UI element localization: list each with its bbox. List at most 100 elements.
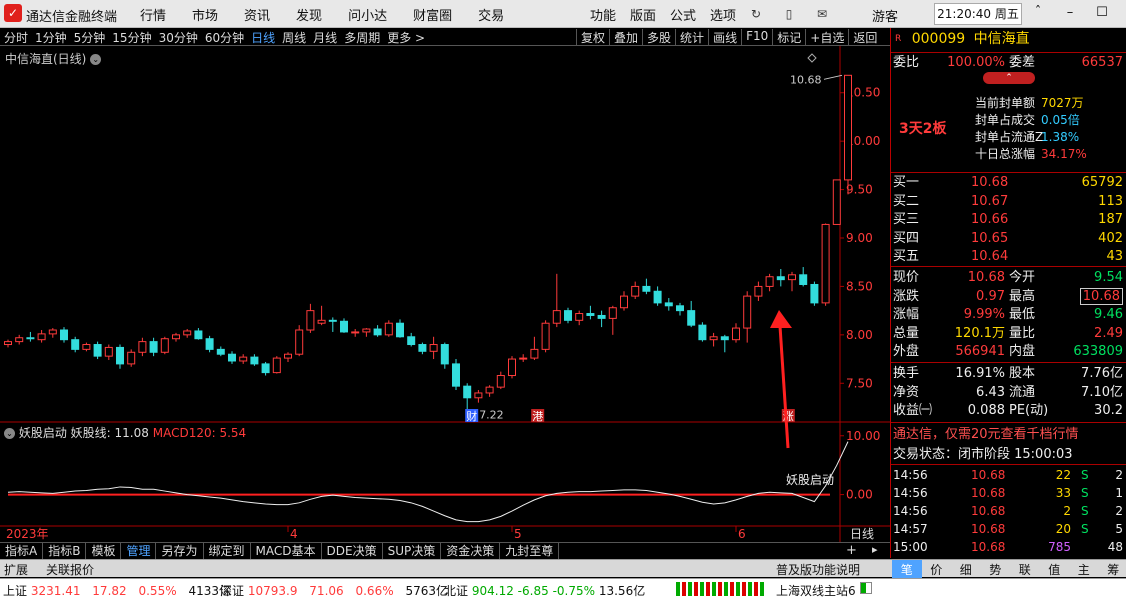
menu-faxian[interactable]: 发现 (296, 5, 322, 24)
candle-body[interactable] (698, 324, 707, 341)
candle-body[interactable] (373, 328, 382, 336)
sh-index[interactable]: 上证 3231.41 17.82 0.55% 4133亿 (3, 582, 231, 599)
period-tab[interactable]: 60分钟 (205, 29, 244, 46)
candle-body[interactable] (396, 322, 404, 338)
candle-body[interactable] (4, 341, 12, 346)
candle-body[interactable] (620, 295, 628, 309)
candle-body[interactable] (552, 310, 561, 324)
candle-body[interactable] (116, 346, 124, 365)
candle-body[interactable] (732, 327, 740, 341)
candle-body[interactable] (754, 285, 763, 297)
menu-shichang[interactable]: 市场 (192, 5, 218, 24)
candle-body[interactable] (160, 338, 169, 353)
candle-body[interactable] (384, 322, 393, 336)
period-tab[interactable]: 日线 (251, 29, 275, 46)
candle-body[interactable] (586, 313, 595, 316)
kline-chart[interactable]: 10.5010.009.509.008.508.007.5010.687.22财… (0, 46, 890, 542)
candle-body[interactable] (463, 385, 472, 399)
period-tab[interactable]: 15分钟 (112, 29, 151, 46)
chart-tool-button[interactable]: 返回 (848, 29, 881, 46)
candle-body[interactable] (26, 337, 35, 340)
candle-body[interactable] (93, 344, 102, 357)
menu-caifuquan[interactable]: 财富圈 (413, 5, 452, 24)
period-tab[interactable]: 更多 > (387, 29, 425, 46)
status-help[interactable]: 普及版功能说明 (776, 561, 860, 578)
menu-gongshi[interactable]: 公式 (670, 5, 696, 24)
period-tab[interactable]: 1分钟 (35, 29, 67, 46)
chart-tool-button[interactable]: 标记 (772, 29, 805, 46)
chart-tool-button[interactable]: +自选 (805, 29, 848, 46)
indicator-tab[interactable]: 九封至尊 (500, 543, 560, 559)
candle-body[interactable] (564, 310, 572, 321)
quote-tab[interactable]: 主 (1069, 560, 1099, 578)
candle-body[interactable] (485, 386, 494, 394)
candle-body[interactable] (239, 356, 248, 362)
candle-body[interactable] (317, 319, 326, 324)
phone-icon[interactable]: ▯ (781, 6, 797, 22)
period-tab[interactable]: 30分钟 (159, 29, 198, 46)
candle-body[interactable] (138, 341, 147, 353)
bottom-more-icon[interactable]: ▸ (872, 543, 878, 556)
candle-body[interactable] (351, 331, 360, 334)
indicator-tab[interactable]: 管理 (121, 543, 157, 559)
quote-tab[interactable]: 值 (1040, 560, 1070, 578)
candle-body[interactable] (15, 337, 24, 343)
chart-tool-button[interactable]: F10 (741, 29, 772, 46)
candle-body[interactable] (340, 320, 348, 333)
candle-body[interactable] (127, 351, 136, 365)
quote-tab[interactable]: 筹 (1099, 560, 1126, 578)
chart-tool-button[interactable]: 叠加 (609, 29, 642, 46)
candle-body[interactable] (452, 363, 460, 387)
collapse-button[interactable]: ⌃ (983, 72, 1035, 84)
candle-body[interactable] (832, 179, 841, 225)
indicator-tab[interactable]: 模板 (86, 543, 122, 559)
candle-body[interactable] (810, 283, 819, 304)
quote-tab[interactable]: 联 (1010, 560, 1040, 578)
chart-tool-button[interactable]: 复权 (576, 29, 609, 46)
maximize-icon[interactable]: ☐ (1094, 4, 1110, 22)
bid-row[interactable]: 买二 10.67 113 (891, 193, 1126, 211)
period-tab[interactable]: 分时 (4, 29, 28, 46)
indicator-tab[interactable]: DDE决策 (322, 543, 383, 559)
candle-body[interactable] (508, 358, 516, 377)
chart-tool-button[interactable]: 多股 (642, 29, 675, 46)
candle-body[interactable] (743, 295, 752, 329)
candle-body[interactable] (440, 344, 449, 365)
candle-body[interactable] (653, 290, 662, 304)
candle-body[interactable] (71, 339, 80, 350)
candle-body[interactable] (474, 392, 483, 399)
period-tab[interactable]: 周线 (282, 29, 306, 46)
menu-banmian[interactable]: 版面 (630, 5, 656, 24)
candle-body[interactable] (418, 344, 427, 352)
menu-gongneng[interactable]: 功能 (590, 5, 616, 24)
candle-body[interactable] (709, 336, 718, 341)
candle-body[interactable] (172, 334, 180, 340)
candle-body[interactable] (799, 274, 808, 285)
candle-body[interactable] (194, 330, 203, 340)
candle-body[interactable] (407, 336, 416, 346)
guest-user[interactable]: 游客 (872, 6, 898, 25)
candle-body[interactable] (575, 313, 584, 321)
menu-hangqing[interactable]: 行情 (140, 5, 166, 24)
quote-tab[interactable]: 笔 (892, 560, 922, 578)
candle-body[interactable] (687, 310, 696, 326)
candle-body[interactable] (261, 363, 270, 374)
indicator-tab[interactable]: 指标A (0, 543, 44, 559)
candle-body[interactable] (530, 348, 539, 359)
candle-body[interactable] (37, 333, 46, 341)
candle-body[interactable] (228, 353, 236, 362)
diamond-icon[interactable] (807, 53, 817, 63)
menu-jiaoyi[interactable]: 交易 (478, 5, 504, 24)
candle-body[interactable] (306, 310, 315, 331)
candle-body[interactable] (272, 357, 281, 374)
candle-body[interactable] (541, 322, 550, 350)
status-guanlian[interactable]: 关联报价 (46, 561, 94, 578)
period-tab[interactable]: 多周期 (344, 29, 380, 46)
indicator-tab[interactable]: 资金决策 (441, 543, 501, 559)
candle-body[interactable] (631, 285, 640, 297)
indicator-name[interactable]: 妖股启动 (19, 426, 67, 440)
indicator-tab[interactable]: MACD基本 (251, 543, 322, 559)
candle-body[interactable] (183, 330, 192, 336)
menu-wenxiaoda[interactable]: 问小达 (348, 5, 387, 24)
chevron-down-icon[interactable]: ⌄ (4, 428, 15, 439)
